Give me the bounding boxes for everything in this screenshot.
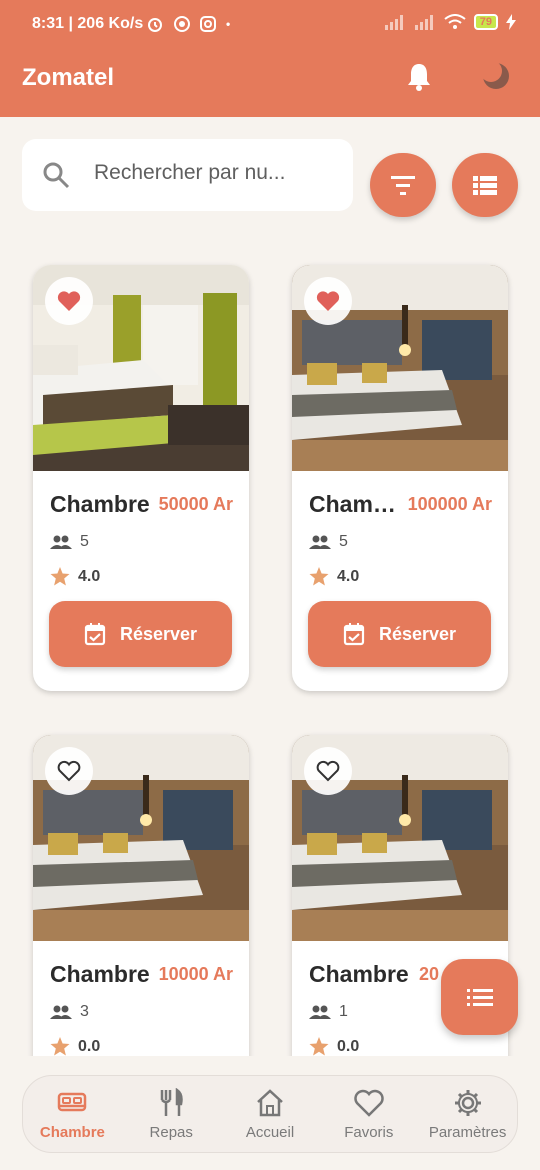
people-icon [50, 535, 72, 549]
nav-item-accueil[interactable]: Accueil [221, 1076, 320, 1152]
room-capacity: 5 [309, 533, 348, 551]
rating-value: 0.0 [337, 1037, 360, 1055]
room-name: Chambre [309, 961, 409, 987]
bed-icon [58, 1092, 87, 1111]
nav-label: Paramètres [428, 1123, 507, 1141]
nav-label: Favoris [344, 1123, 394, 1141]
nav-item-chambre[interactable]: Chambre [23, 1076, 122, 1152]
nav-label: Chambre [39, 1123, 105, 1141]
people-icon [50, 1005, 72, 1019]
room-name: Chambre [50, 961, 150, 987]
utensils-icon [160, 1087, 183, 1116]
favorite-button[interactable] [304, 277, 352, 325]
star-icon [309, 567, 329, 586]
room-rating: 0.0 [309, 1037, 359, 1056]
chrome-icon [174, 16, 190, 32]
gear-icon [454, 1089, 481, 1116]
reserve-label: Réserver [378, 623, 457, 644]
room-rating: 4.0 [50, 567, 100, 586]
bell-icon[interactable] [405, 62, 435, 92]
app-title: Zomatel [22, 64, 115, 91]
app-header: 8:31 | 206 Ko/s • 79 Zomatel [0, 0, 540, 117]
filter-button[interactable] [370, 153, 436, 217]
wifi-icon [444, 14, 466, 29]
dot-icon: • [226, 17, 231, 31]
home-icon [257, 1088, 283, 1116]
status-time: 8:31 | 206 Ko/s [32, 15, 144, 32]
room-price: 20 [419, 964, 440, 984]
room-capacity: 5 [50, 533, 89, 551]
bottom-nav: Chambre Repas Accueil Favoris Paramètres [22, 1075, 518, 1153]
room-card[interactable]: Chambre 100000 Ar 5 4.0 Réserver [292, 265, 508, 691]
star-icon [309, 1037, 329, 1056]
room-price: 50000 Ar [158, 494, 233, 514]
room-capacity: 3 [50, 1003, 89, 1021]
calendar-check-icon [84, 623, 106, 646]
signal-icon [384, 15, 403, 30]
rating-value: 0.0 [78, 1037, 101, 1055]
nav-label: Repas [149, 1123, 193, 1141]
alarm-icon [148, 18, 162, 32]
capacity-value: 1 [339, 1003, 348, 1020]
nav-item-repas[interactable]: Repas [122, 1076, 221, 1152]
room-price: 10000 Ar [158, 964, 233, 984]
nav-item-favoris[interactable]: Favoris [319, 1076, 418, 1152]
room-capacity: 1 [309, 1003, 348, 1021]
status-right: 79 [384, 14, 516, 30]
people-icon [309, 535, 331, 549]
room-card[interactable]: Chambre 50000 Ar 5 4.0 Réserver [33, 265, 249, 691]
heart-filled-icon [57, 291, 81, 311]
rating-value: 4.0 [78, 567, 101, 585]
capacity-value: 3 [80, 1003, 89, 1020]
room-rating: 4.0 [309, 567, 359, 586]
room-name: Chambre [309, 491, 399, 517]
heart-outline-icon [57, 760, 81, 782]
reserve-button[interactable]: Réserver [49, 601, 232, 667]
heart-outline-icon [316, 760, 340, 782]
favorite-button[interactable] [45, 747, 93, 795]
room-rating: 0.0 [50, 1037, 100, 1056]
status-app-icons: • [146, 15, 230, 33]
signal-icon-2 [414, 15, 433, 30]
charging-icon [506, 14, 516, 30]
instagram-icon [200, 16, 216, 32]
capacity-value: 5 [339, 533, 348, 550]
people-icon [309, 1005, 331, 1019]
star-icon [50, 1037, 70, 1056]
list-icon [466, 989, 493, 1006]
menu-fab[interactable] [441, 959, 518, 1035]
search-placeholder: Rechercher par nu... [94, 161, 286, 184]
search-field[interactable]: Rechercher par nu... [22, 139, 353, 211]
status-bar: 8:31 | 206 Ko/s • 79 [0, 0, 540, 50]
favorite-button[interactable] [45, 277, 93, 325]
status-speed: 206 Ko/s [77, 15, 144, 32]
heart-filled-icon [316, 291, 340, 311]
reserve-label: Réserver [119, 623, 198, 644]
nav-label: Accueil [245, 1123, 295, 1141]
reserve-button[interactable]: Réserver [308, 601, 491, 667]
moon-icon[interactable] [480, 60, 512, 92]
favorite-button[interactable] [304, 747, 352, 795]
room-name: Chambre [50, 491, 150, 517]
view-toggle-button[interactable] [452, 153, 518, 217]
filter-icon [391, 176, 415, 195]
rating-value: 4.0 [337, 567, 360, 585]
battery-level: 79 [473, 14, 498, 30]
room-price: 100000 Ar [407, 494, 492, 514]
search-icon [43, 162, 70, 189]
heart-icon [354, 1089, 384, 1117]
room-card[interactable]: Chambre 10000 Ar 3 0.0 [33, 735, 249, 1075]
capacity-value: 5 [80, 533, 89, 550]
calendar-check-icon [343, 623, 365, 646]
star-icon [50, 567, 70, 586]
nav-item-parametres[interactable]: Paramètres [418, 1076, 517, 1152]
list-view-icon [473, 176, 497, 195]
